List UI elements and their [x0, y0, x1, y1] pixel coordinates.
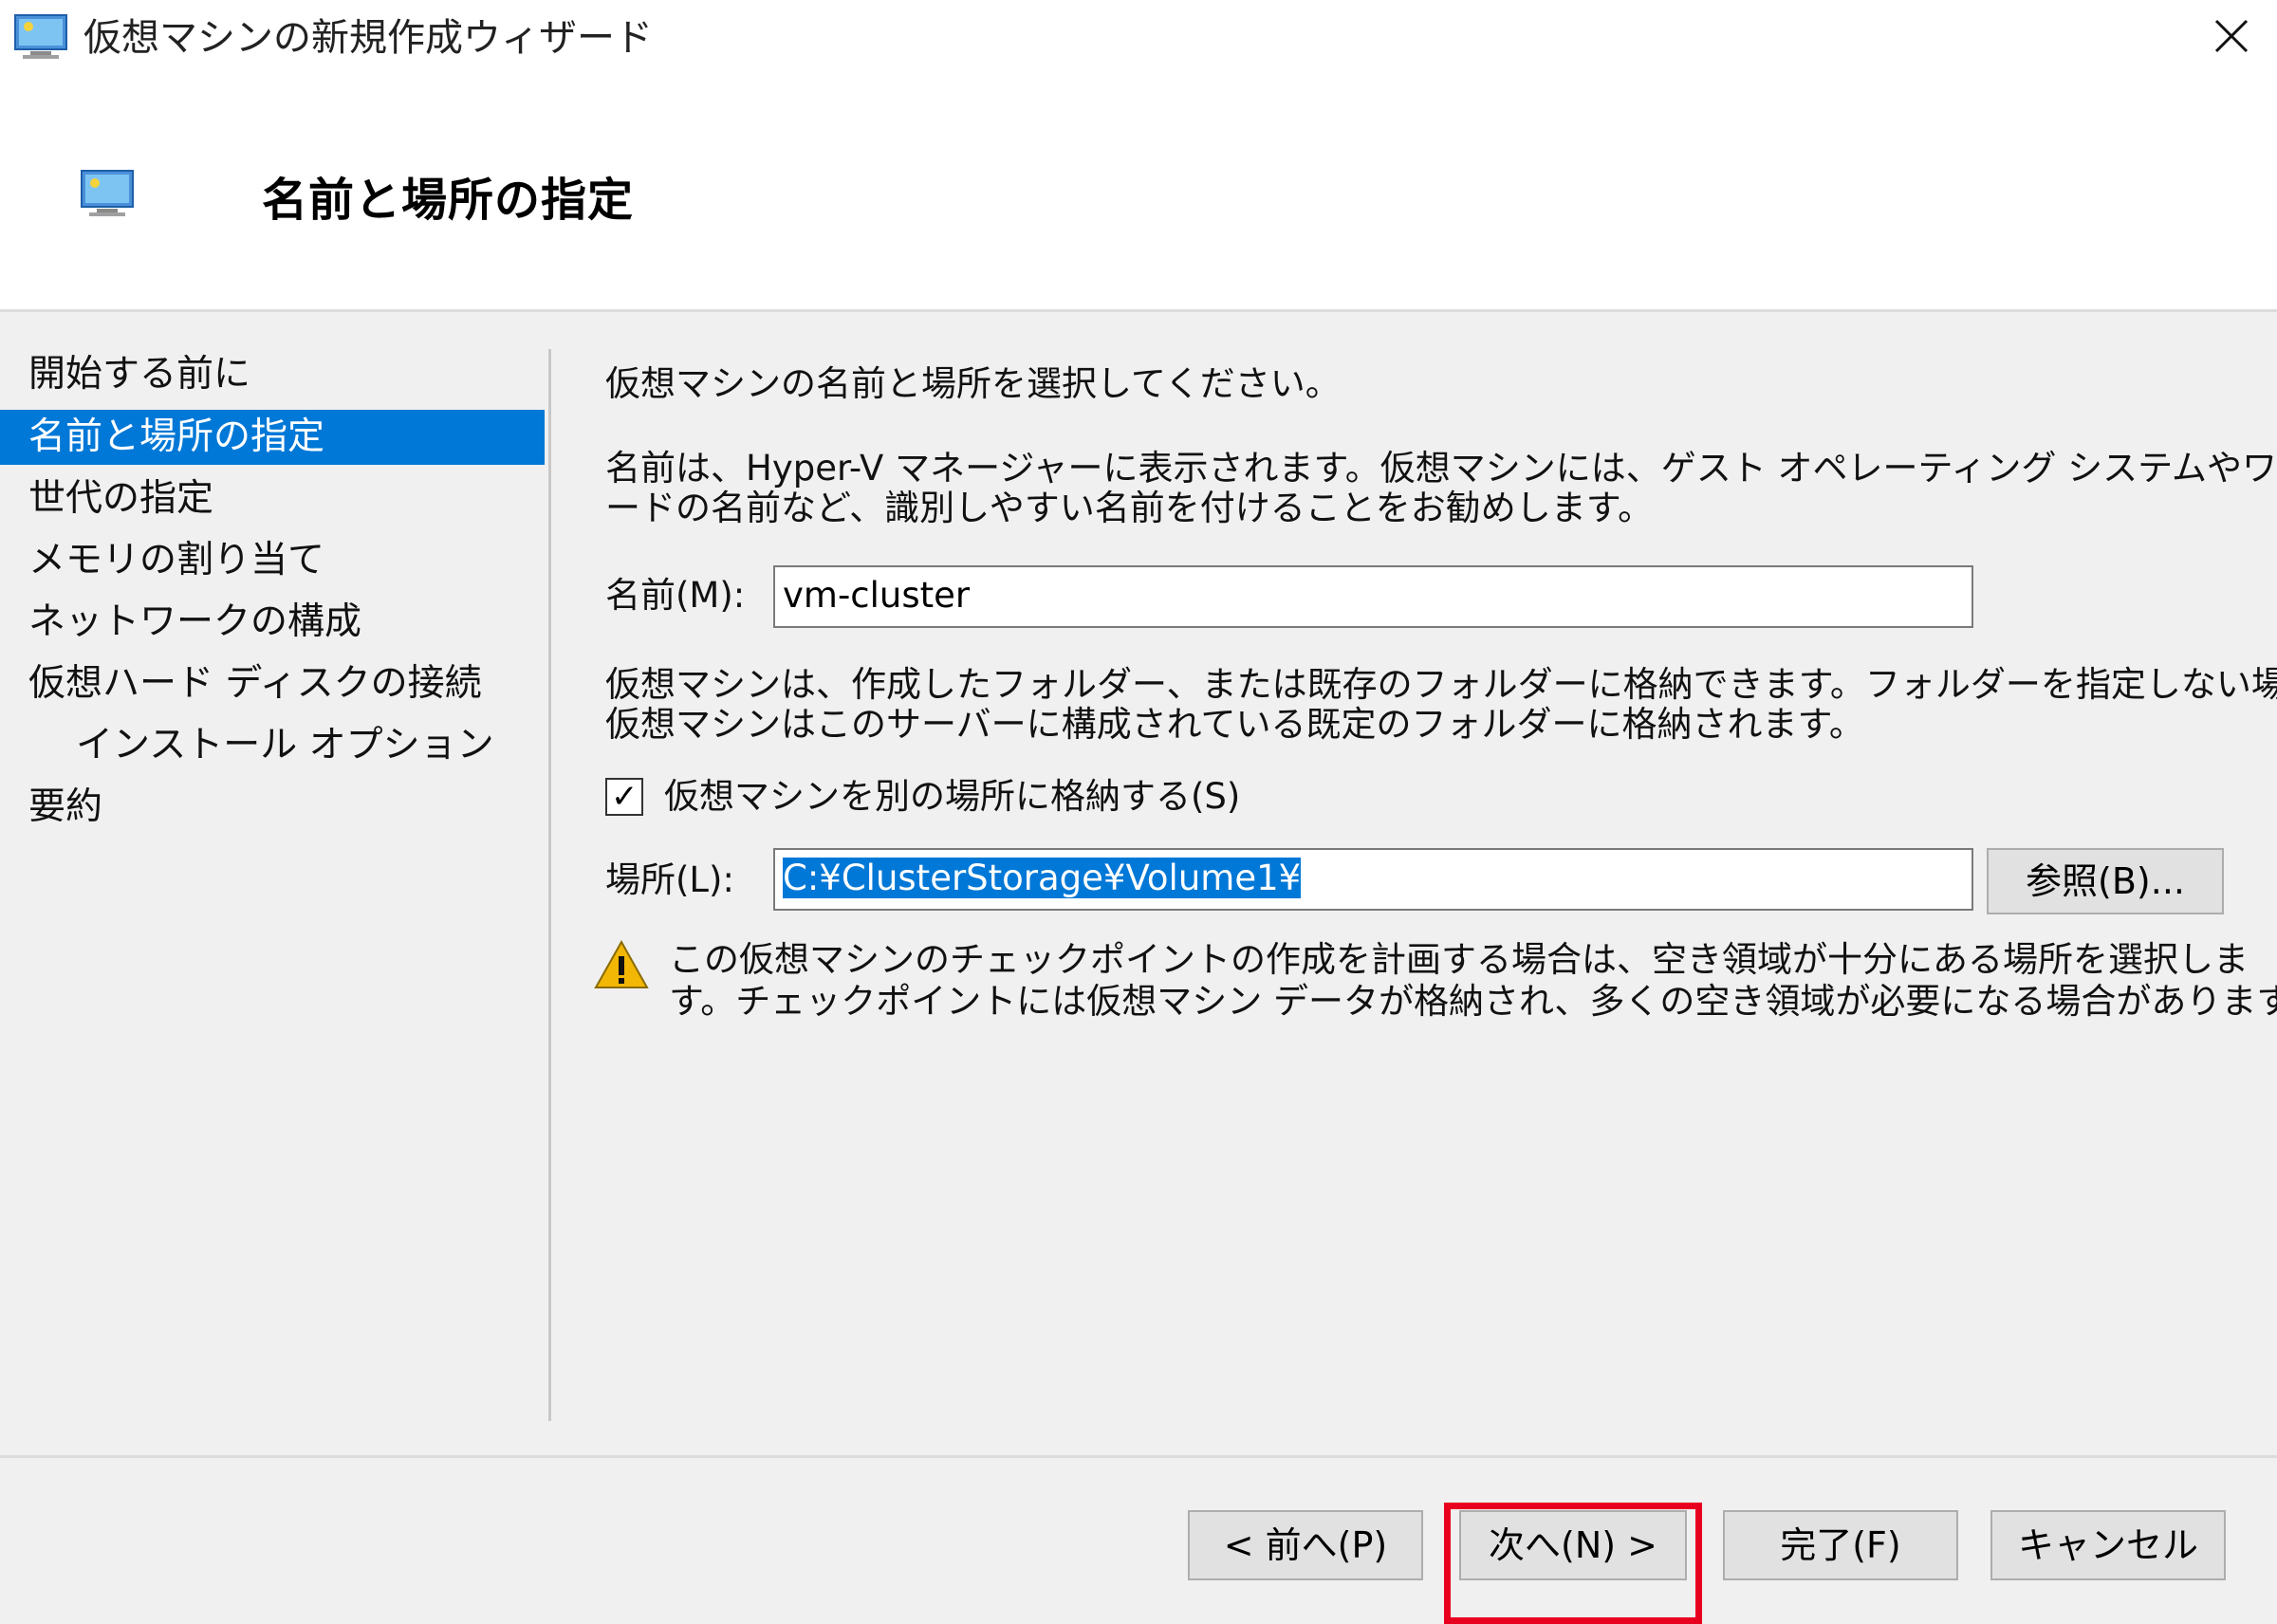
previous-button[interactable]: < 前へ(P) [1188, 1510, 1423, 1580]
nav-divider [548, 349, 551, 1421]
nav-item-memory[interactable]: メモリの割り当て [0, 533, 545, 588]
nav-item-installation-options[interactable]: インストール オプション [0, 718, 545, 773]
nav-item-label: メモリの割り当て [28, 539, 325, 581]
warning-text-line1: この仮想マシンのチェックポイントの作成を計画する場合は、空き領域が十分にある場所… [669, 939, 2249, 980]
location-value: C:¥ClusterStorage¥Volume1¥ [783, 858, 1302, 898]
nav-item-label: 仮想ハード ディスクの接続 [28, 662, 482, 705]
location-input[interactable]: C:¥ClusterStorage¥Volume1¥ [773, 848, 1973, 911]
nav-item-network[interactable]: ネットワークの構成 [0, 595, 545, 650]
checkmark-icon: ✓ [611, 778, 639, 816]
browse-button[interactable]: 参照(B)... [1987, 848, 2224, 914]
nav-item-virtual-hard-disk[interactable]: 仮想ハード ディスクの接続 [0, 656, 545, 711]
store-elsewhere-label[interactable]: 仮想マシンを別の場所に格納する(S) [664, 776, 1240, 818]
finish-button[interactable]: 完了(F) [1723, 1510, 1958, 1580]
warning-icon [594, 939, 649, 988]
cancel-button[interactable]: キャンセル [1990, 1510, 2226, 1580]
store-description-line1: 仮想マシンは、作成したフォルダー、または既存のフォルダーに格納できます。フォルダ… [605, 664, 2277, 705]
intro-text: 仮想マシンの名前と場所を選択してください。 [605, 363, 1341, 404]
window-title: 仮想マシンの新規作成ウィザード [83, 16, 653, 60]
nav-item-label: ネットワークの構成 [28, 600, 362, 643]
nav-item-label: 名前と場所の指定 [28, 415, 325, 458]
nav-item-label: インストール オプション [76, 724, 494, 766]
footer-separator [0, 1455, 2277, 1458]
page-heading: 名前と場所の指定 [262, 174, 635, 227]
nav-item-before-you-begin[interactable]: 開始する前に [0, 347, 545, 402]
name-description-line2: ードの名前など、識別しやすい名前を付けることをお勧めします。 [605, 488, 1654, 528]
virtual-machine-icon [81, 170, 134, 216]
warning-text-line2: す。チェックポイントには仮想マシン データが格納され、多くの空き領域が必要になる… [669, 981, 2277, 1022]
name-label: 名前(M): [605, 575, 746, 616]
nav-item-name-and-location[interactable]: 名前と場所の指定 [0, 410, 545, 465]
virtual-machine-icon [14, 14, 67, 59]
location-label: 場所(L): [605, 859, 734, 900]
name-description-line1: 名前は、Hyper-V マネージャーに表示されます。仮想マシンには、ゲスト オペ… [605, 448, 2277, 489]
nav-item-label: 開始する前に [28, 353, 251, 396]
header-separator [0, 309, 2277, 312]
close-icon [2214, 19, 2249, 53]
name-input[interactable]: vm-cluster [773, 565, 1973, 628]
close-button[interactable] [2199, 6, 2264, 66]
nav-item-label: 世代の指定 [28, 477, 214, 520]
next-button-highlight [1444, 1503, 1702, 1624]
nav-item-summary[interactable]: 要約 [0, 780, 545, 835]
store-elsewhere-checkbox[interactable]: ✓ [605, 778, 643, 816]
nav-item-generation[interactable]: 世代の指定 [0, 471, 545, 526]
nav-item-label: 要約 [28, 785, 103, 828]
store-description-line2: 仮想マシンはこのサーバーに構成されている既定のフォルダーに格納されます。 [605, 704, 1864, 745]
